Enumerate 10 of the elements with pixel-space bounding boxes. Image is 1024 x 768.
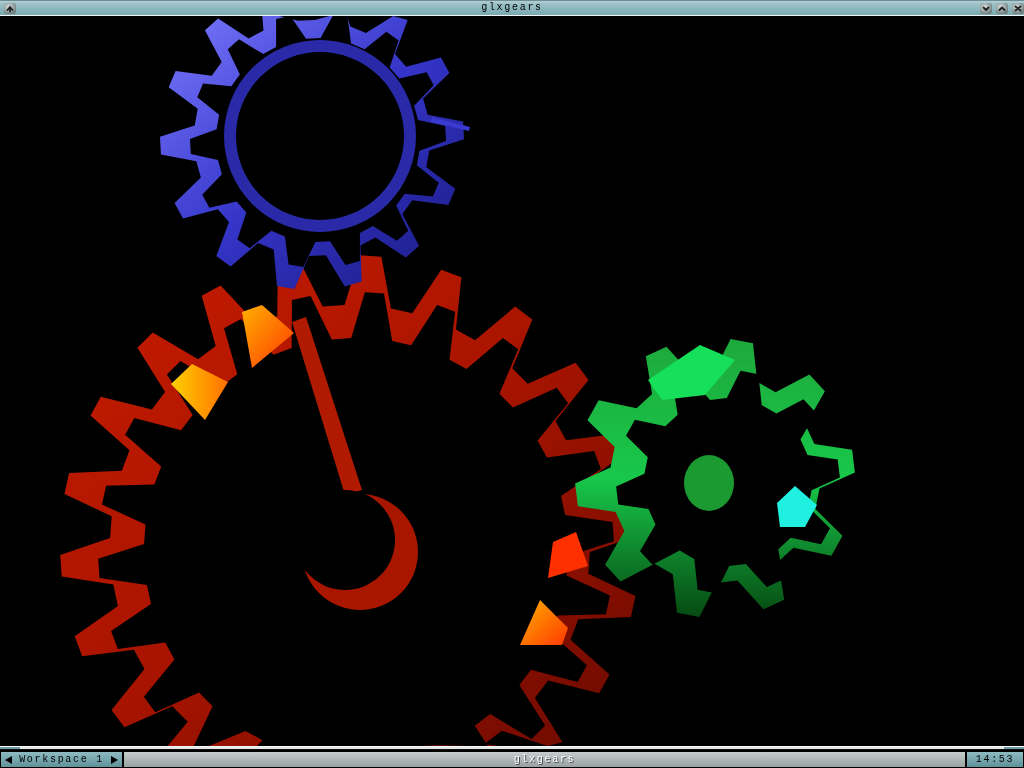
close-icon[interactable] [1012, 2, 1024, 14]
window-label: glxgears [123, 751, 966, 768]
clock: 14:53 [966, 751, 1024, 768]
workspace-label: Workspace 1 [19, 753, 104, 766]
shade-icon[interactable] [4, 2, 16, 14]
previous-workspace-icon[interactable] [5, 755, 12, 764]
window-title: glxgears [481, 2, 543, 14]
next-workspace-icon[interactable] [111, 755, 118, 764]
maximize-icon[interactable] [996, 2, 1008, 14]
minimize-icon[interactable] [980, 2, 992, 14]
